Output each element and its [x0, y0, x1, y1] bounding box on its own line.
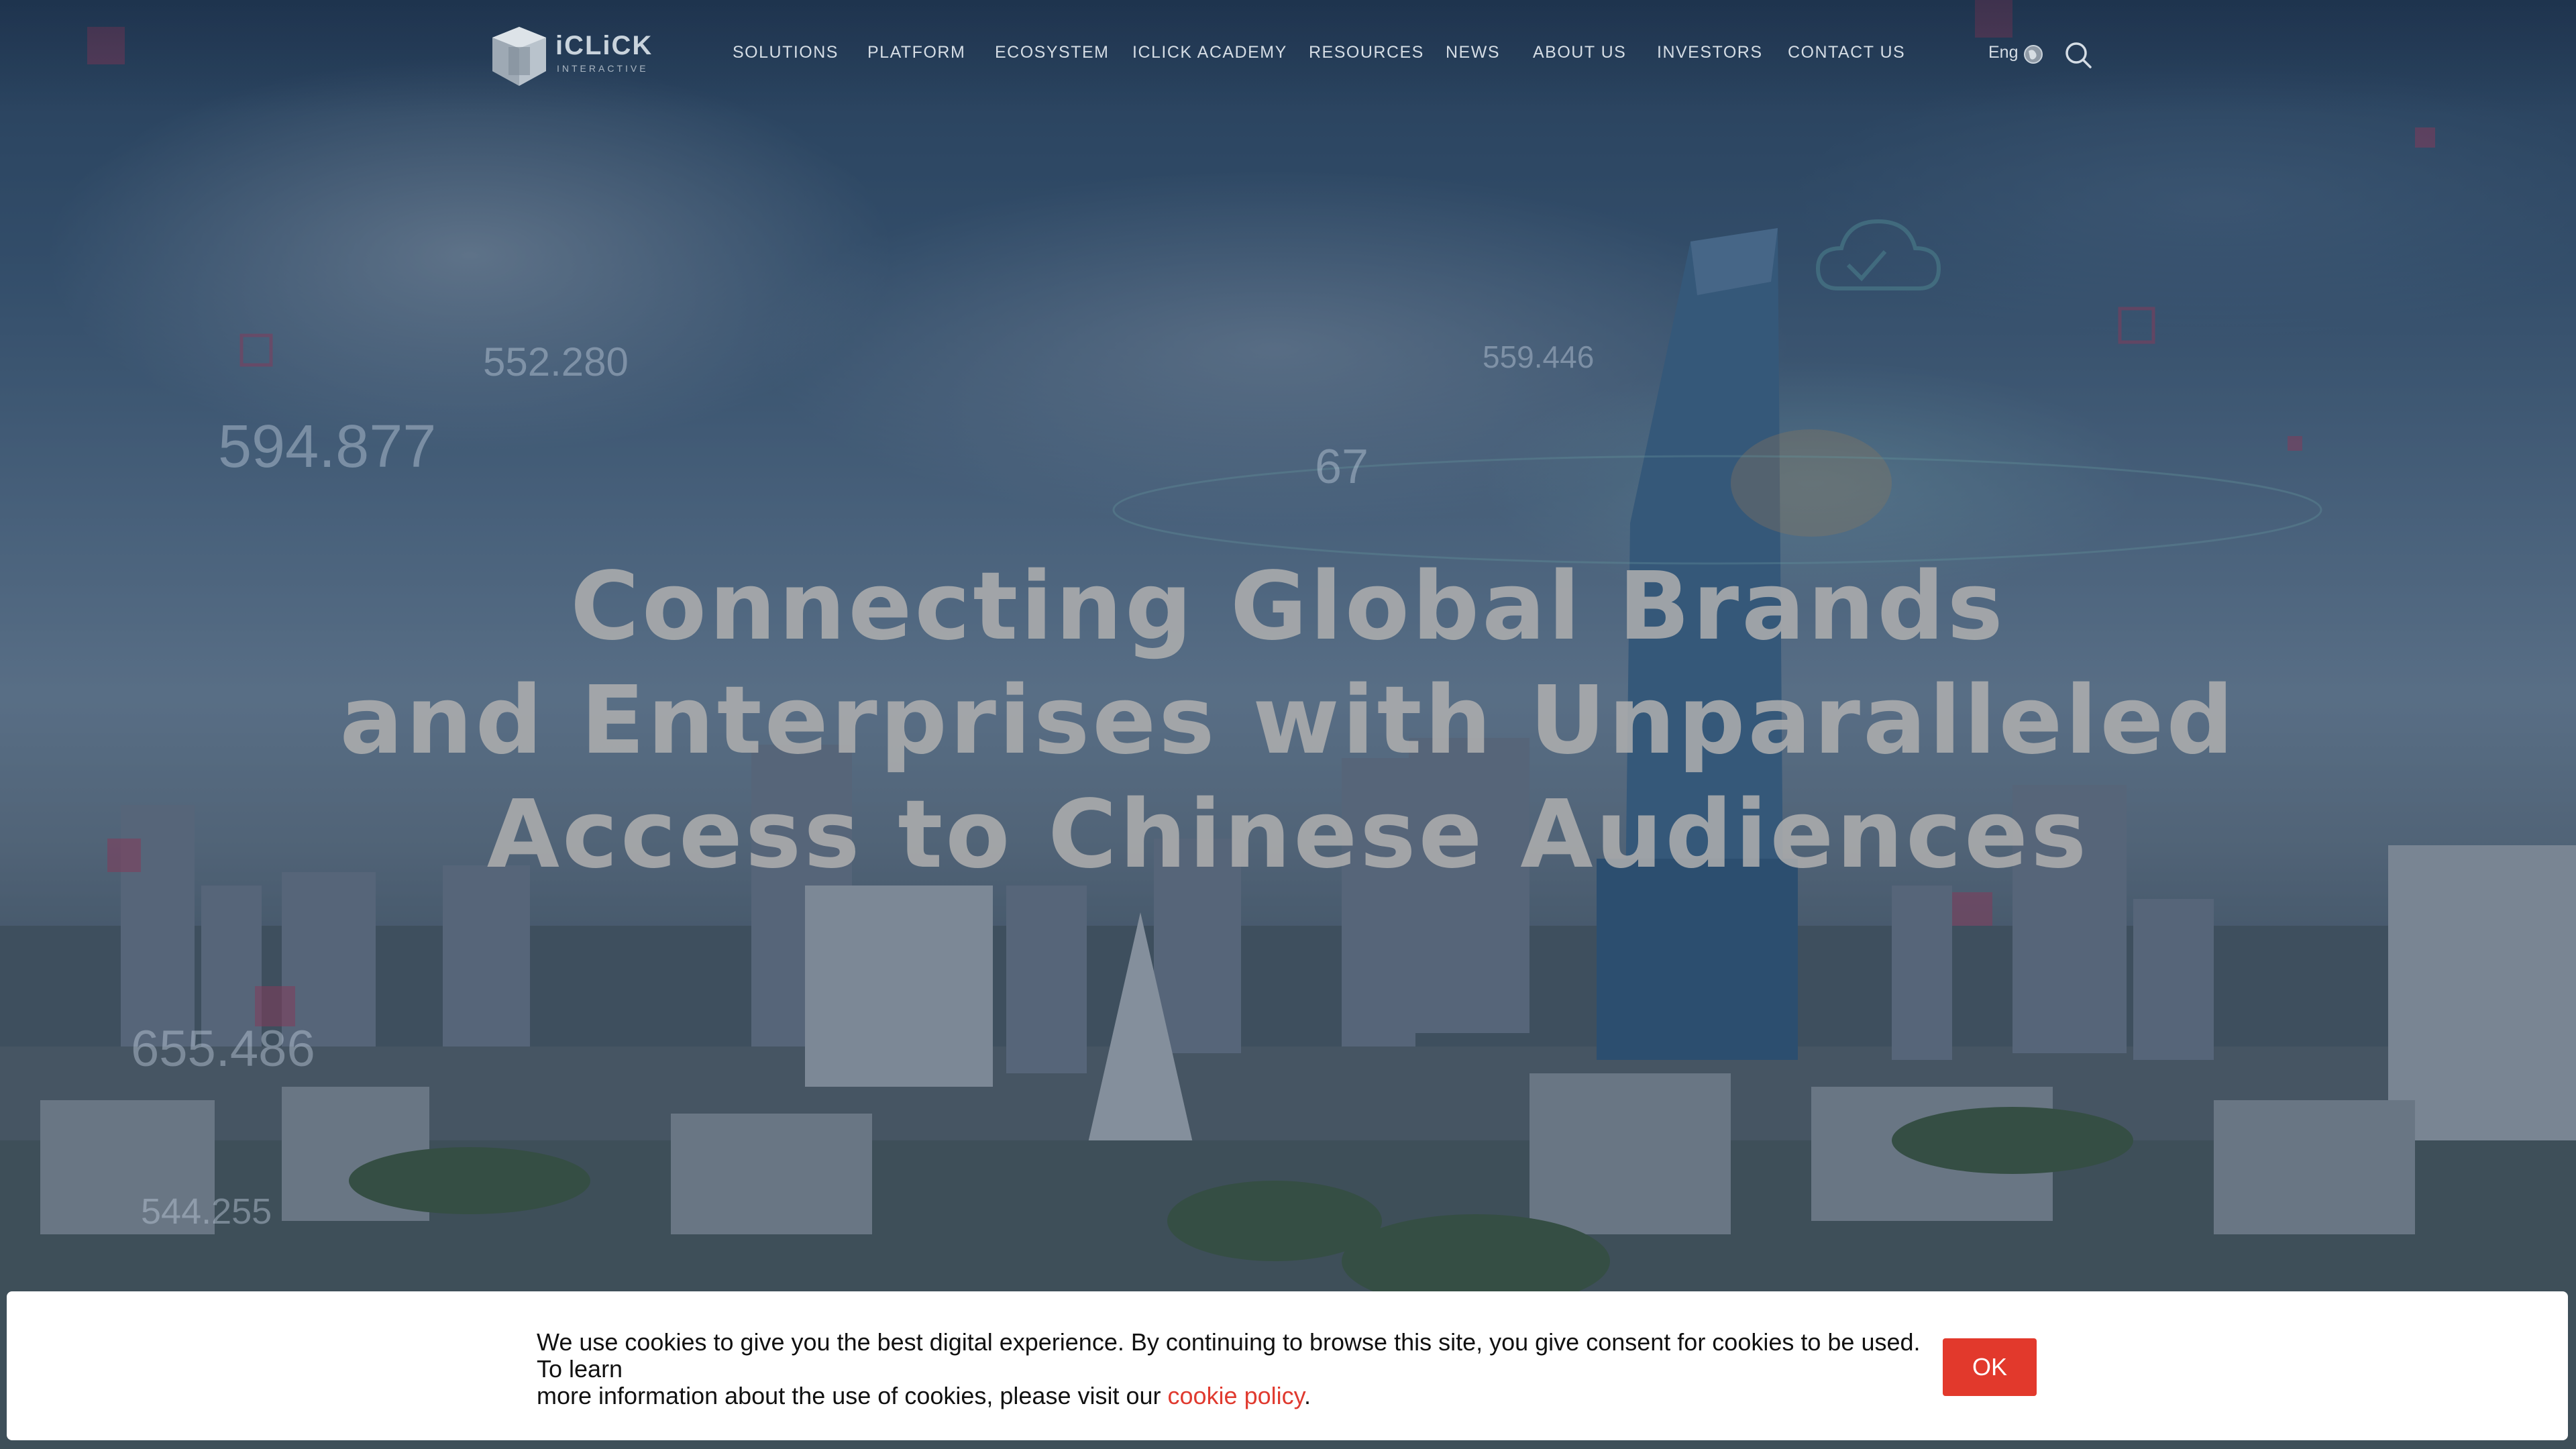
hero-headline-line: Access to Chinese Audiences	[486, 780, 2090, 890]
cookie-message-end: .	[1303, 1382, 1311, 1409]
nav-item-iclick-academy[interactable]: ICLICK ACADEMY	[1132, 43, 1287, 62]
floating-number: 552.280	[483, 339, 629, 384]
cookie-ok-button[interactable]: OK	[1943, 1338, 2037, 1396]
cookie-message-line2: more information about the use of cookie…	[537, 1382, 1168, 1409]
cookie-banner: We use cookies to give you the best digi…	[7, 1291, 2568, 1440]
cookie-message: We use cookies to give you the best digi…	[537, 1329, 1932, 1409]
nav-item-solutions[interactable]: SOLUTIONS	[733, 43, 839, 62]
search-icon[interactable]	[2063, 40, 2093, 70]
nav-item-about-us[interactable]: ABOUT US	[1533, 43, 1626, 62]
hero-headline-line: and Enterprises with Unparalleled	[339, 666, 2237, 775]
nav-item-investors[interactable]: INVESTORS	[1657, 43, 1763, 62]
globe-icon[interactable]	[2023, 44, 2043, 64]
main-nav: SOLUTIONS PLATFORM ECOSYSTEM ICLICK ACAD…	[0, 43, 2576, 70]
cookie-policy-link[interactable]: cookie policy	[1168, 1382, 1304, 1409]
nav-item-contact-us[interactable]: CONTACT US	[1788, 43, 1905, 62]
floating-number: 559.446	[1483, 339, 1595, 374]
cookie-message-line1: We use cookies to give you the best digi…	[537, 1328, 1921, 1383]
floating-number: 655.486	[131, 1020, 315, 1077]
floating-number: 544.255	[141, 1191, 272, 1232]
nav-item-news[interactable]: NEWS	[1446, 43, 1500, 62]
floating-number: 594.877	[218, 413, 437, 480]
hero-headline-line: Connecting Global Brands	[570, 552, 2006, 661]
nav-item-resources[interactable]: RESOURCES	[1309, 43, 1424, 62]
floating-number: 67	[1315, 440, 1369, 494]
language-selector[interactable]: Eng	[1988, 43, 2018, 62]
nav-item-ecosystem[interactable]: ECOSYSTEM	[995, 43, 1109, 62]
site-header: iCLiCK INTERACTIVE SOLUTIONS PLATFORM EC…	[0, 0, 2576, 114]
hero-headline: Connecting Global Brands and Enterprises…	[0, 550, 2576, 892]
nav-item-platform[interactable]: PLATFORM	[867, 43, 965, 62]
